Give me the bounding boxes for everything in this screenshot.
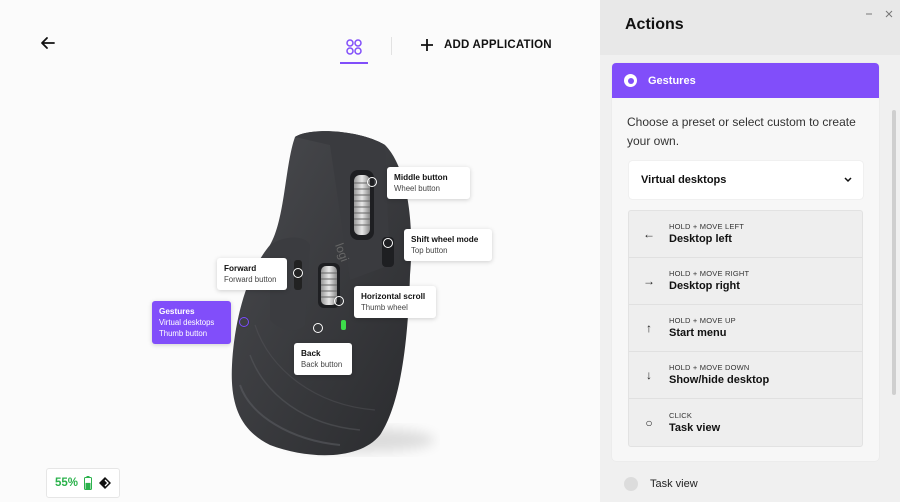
preset-description: Choose a preset or select custom to crea… (627, 115, 856, 148)
gestures-option[interactable]: Gestures (612, 63, 879, 98)
tab-devices[interactable] (340, 34, 368, 64)
gesture-action: Task view (669, 421, 721, 434)
preset-selected-value: Virtual desktops (641, 174, 727, 186)
callout-subtitle: Virtual desktops (159, 318, 215, 327)
arrow-down-icon: ↓ (646, 368, 652, 382)
add-application-button[interactable]: ADD APPLICATION (420, 38, 552, 52)
gesture-action: Desktop left (669, 233, 732, 245)
arrow-right-icon: → (643, 274, 655, 288)
hotspot-forward[interactable] (293, 268, 303, 278)
close-button[interactable] (884, 6, 894, 18)
hotspot-back[interactable] (313, 323, 323, 333)
hotspot-middle-button[interactable] (367, 177, 377, 187)
gestures-card: Gestures Choose a preset or select custo… (612, 63, 879, 461)
panel-title: Actions (625, 16, 684, 33)
arrow-left-icon (41, 37, 55, 49)
callout-title: Forward (224, 264, 257, 273)
close-icon (885, 10, 893, 18)
minimize-icon (866, 13, 872, 15)
preset-dropdown[interactable]: Virtual desktops (629, 161, 863, 199)
task-view-option[interactable]: Task view (624, 477, 698, 491)
callout-title: Horizontal scroll (361, 292, 426, 301)
task-view-option-label: Task view (650, 478, 698, 490)
gesture-action: Desktop right (669, 280, 740, 292)
active-tab-indicator (340, 62, 368, 64)
gesture-hint: HOLD + MOVE RIGHT (669, 269, 750, 278)
callout-middle-button[interactable]: Middle button Wheel button (387, 167, 470, 199)
gestures-option-label: Gestures (648, 74, 696, 87)
device-pane: ADD APPLICATION logi Middle button Wheel… (0, 0, 600, 502)
gesture-hint: HOLD + MOVE DOWN (669, 363, 750, 372)
callout-subtitle-2: Thumb button (159, 329, 208, 338)
callout-gestures[interactable]: Gestures Virtual desktops Thumb button (152, 301, 231, 344)
battery-percent: 55% (55, 477, 79, 489)
divider (391, 37, 392, 55)
arrow-up-icon: ↑ (646, 321, 652, 335)
plus-icon (421, 39, 433, 51)
back-button[interactable] (38, 33, 60, 53)
callout-title: Shift wheel mode (411, 235, 479, 244)
gesture-hint: HOLD + MOVE LEFT (669, 222, 745, 231)
hotspot-shift-wheel-mode[interactable] (383, 238, 393, 248)
gesture-hint: CLICK (669, 410, 693, 420)
panel-scrollbar[interactable] (892, 110, 896, 395)
callout-shift-wheel-mode[interactable]: Shift wheel mode Top button (404, 229, 492, 261)
callout-title: Middle button (394, 173, 448, 182)
callout-title: Gestures (159, 307, 195, 316)
callout-back[interactable]: Back Back button (294, 343, 352, 375)
gesture-item[interactable]: ← HOLD + MOVE LEFT Desktop left (629, 211, 862, 258)
gesture-list: ← HOLD + MOVE LEFT Desktop left → HOLD + … (628, 210, 863, 447)
gesture-item[interactable]: ○ CLICK Task view (629, 399, 862, 446)
callout-subtitle: Wheel button (394, 184, 440, 193)
callout-subtitle: Thumb wheel (361, 303, 408, 312)
grid-circles-icon (346, 39, 362, 55)
gesture-item[interactable]: → HOLD + MOVE RIGHT Desktop right (629, 258, 862, 305)
callout-title: Back (301, 349, 321, 358)
hotspot-horizontal-scroll[interactable] (334, 296, 344, 306)
circle-icon: ○ (645, 415, 653, 430)
actions-panel: Actions Gestures Choose a preset or sele… (600, 0, 900, 502)
gesture-item[interactable]: ↑ HOLD + MOVE UP Start menu (629, 305, 862, 352)
hotspot-gestures[interactable] (239, 317, 249, 327)
radio-unselected-icon (624, 477, 638, 491)
arrow-left-icon: ← (643, 227, 655, 241)
chevron-down-icon (844, 177, 852, 183)
callout-subtitle: Forward button (224, 275, 277, 284)
battery-status: 55% (46, 468, 120, 498)
callout-forward[interactable]: Forward Forward button (217, 258, 287, 290)
logi-flow-icon (99, 477, 112, 489)
gesture-action: Start menu (669, 327, 727, 339)
radio-selected-icon (624, 74, 637, 87)
callout-subtitle: Back button (301, 360, 343, 369)
battery-icon (84, 476, 93, 490)
gesture-action: Show/hide desktop (669, 374, 770, 386)
add-application-label: ADD APPLICATION (444, 39, 552, 51)
callout-horizontal-scroll[interactable]: Horizontal scroll Thumb wheel (354, 286, 436, 318)
minimize-button[interactable] (864, 6, 874, 16)
gesture-hint: HOLD + MOVE UP (669, 316, 736, 325)
gesture-item[interactable]: ↓ HOLD + MOVE DOWN Show/hide desktop (629, 352, 862, 399)
callout-subtitle: Top button (411, 246, 448, 255)
